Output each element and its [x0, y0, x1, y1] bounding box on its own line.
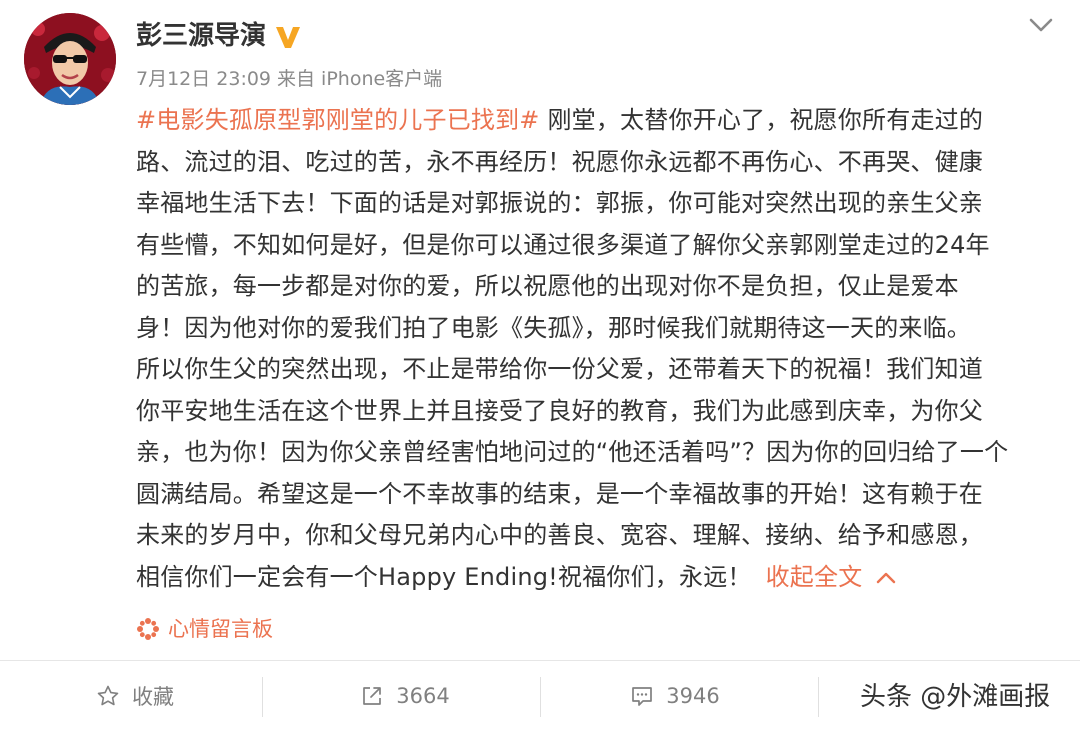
- comment-icon: [632, 687, 653, 706]
- post-line: #电影失孤原型郭刚堂的儿子已找到# 刚堂，太替你开心了，祝愿你所有走过的: [136, 100, 1056, 142]
- post-line: 未来的岁月中，你和父母兄弟内心中的善良、宽容、理解、接纳、给予和感恩，: [136, 521, 983, 549]
- repost-button[interactable]: 3664: [270, 661, 540, 731]
- post-client[interactable]: iPhone客户端: [321, 68, 442, 90]
- comment-button[interactable]: 3946: [540, 661, 810, 731]
- post-line: 路、流过的泪、吃过的苦，永不再经历！祝愿你永远都不再伤心、不再哭、健康: [136, 147, 983, 176]
- post-meta: 7月12日 23:09 来自 iPhone客户端: [136, 64, 448, 94]
- post-line: 你平安地生活在这个世界上并且接受了良好的教育，我们为此感到庆幸，为你父: [136, 396, 983, 425]
- post-line-text: 刚堂，太替你开心了，祝愿你所有走过的: [539, 106, 984, 134]
- post-line: 的苦旅，每一步都是对你的爱，所以祝愿他的出现对你不是负担，仅止是爱本: [136, 272, 959, 300]
- source-link[interactable]: 心情留言板: [136, 612, 273, 646]
- star-icon: [97, 685, 119, 706]
- chevron-up-icon[interactable]: [874, 568, 898, 588]
- post-line: 身！因为他对你的爱我们拍了电影《失孤》，那时候我们就期待这一天的来临。: [136, 313, 971, 342]
- avatar-portrait-icon: [24, 13, 116, 105]
- watermark: 头条 @外滩画报: [860, 682, 1051, 712]
- post-line-text: 相信你们一定会有一个Happy Ending!祝福你们，永远！: [136, 562, 752, 591]
- collapse-full-text-link[interactable]: 收起全文: [766, 563, 863, 591]
- repost-icon: [363, 687, 382, 705]
- post-line: 亲，也为你！因为你父亲曾经害怕地问过的“他还活着吗”？因为你的回归给了一个: [136, 438, 1009, 466]
- chevron-down-icon[interactable]: [1026, 10, 1056, 40]
- verified-v-icon: [276, 27, 300, 48]
- post-line: 有些懵，不知如何是好，但是你可以通过很多渠道了解你父亲郭刚堂走过的24年: [136, 230, 990, 259]
- source-label: 心情留言板: [168, 617, 273, 641]
- flower-icon: [137, 618, 159, 640]
- weibo-post: 彭三源导演 7月12日 23:09 来自 iPhone客户端 #电影失孤原型郭刚堂的儿…: [0, 0, 1080, 660]
- action-divider: [818, 677, 819, 717]
- post-via: 来自: [277, 68, 316, 90]
- post-line: 幸福地生活下去！下面的话是对郭振说的：郭振，你可能对突然出现的亲生父亲: [136, 189, 983, 217]
- hashtag-link[interactable]: #电影失孤原型郭刚堂的儿子已找到#: [136, 106, 540, 134]
- post-line: 圆满结局。希望这是一个不幸故事的结束，是一个幸福故事的开始！这有赖于在: [136, 479, 983, 508]
- favorite-button[interactable]: 收藏: [0, 661, 270, 731]
- repost-count: 3664: [396, 684, 450, 708]
- avatar[interactable]: [24, 13, 116, 105]
- post-time: 23:09: [216, 68, 272, 90]
- post-body: #电影失孤原型郭刚堂的儿子已找到# 刚堂，太替你开心了，祝愿你所有走过的 路、流…: [136, 100, 1056, 598]
- favorite-label: 收藏: [132, 685, 174, 709]
- post-line: 所以你生父的突然出现，不止是带给你一份父爱，还带着天下的祝福！我们知道: [136, 355, 983, 383]
- action-divider: [262, 677, 263, 717]
- comment-count: 3946: [666, 684, 720, 708]
- post-date: 7月12日: [136, 68, 211, 90]
- author-name[interactable]: 彭三源导演: [136, 18, 266, 54]
- post-line: 相信你们一定会有一个Happy Ending!祝福你们，永远！ 收起全文: [136, 557, 1056, 599]
